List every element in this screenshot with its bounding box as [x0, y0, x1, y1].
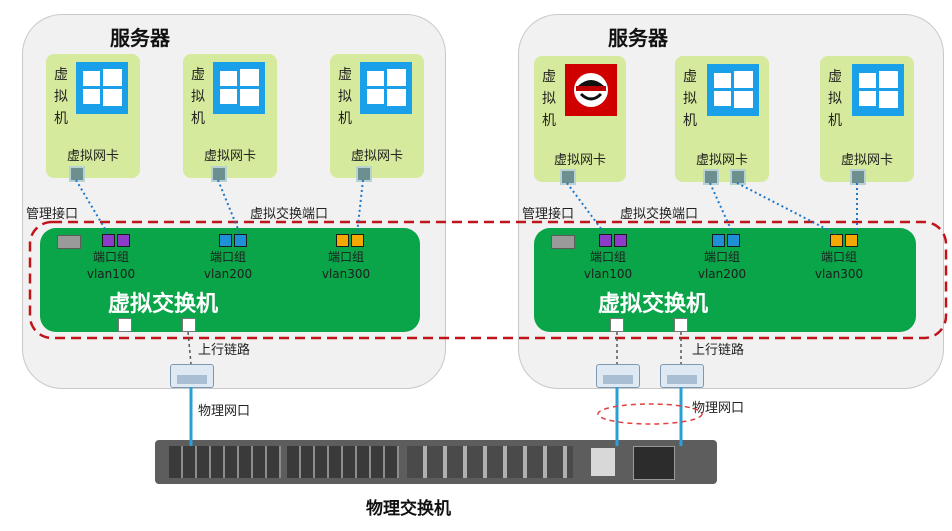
distributed-switch-boundary — [28, 220, 948, 340]
vnic-link — [356, 179, 364, 235]
vnic-link — [217, 179, 241, 235]
vnic-link — [709, 182, 734, 235]
connection-lines — [28, 179, 948, 446]
vnic-link — [736, 182, 837, 235]
vnic-link — [566, 182, 606, 235]
vnic-link — [75, 179, 109, 235]
bond-ellipse — [597, 403, 703, 425]
